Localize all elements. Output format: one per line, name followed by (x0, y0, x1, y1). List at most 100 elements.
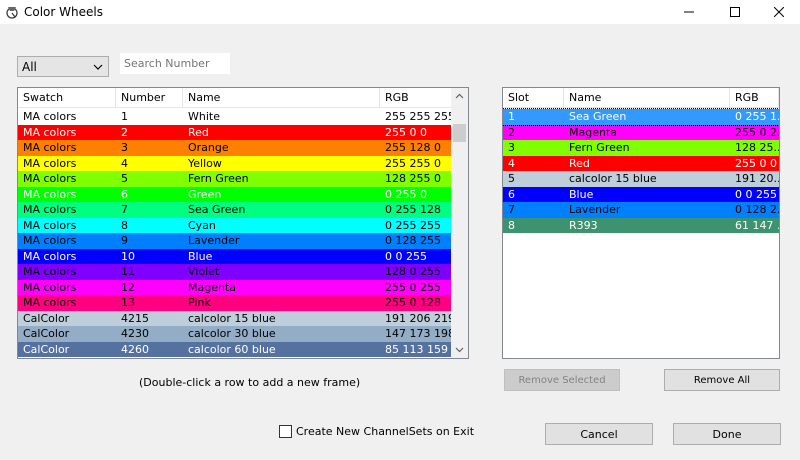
cell-swatch: MA colors (23, 234, 77, 247)
cell-slot: 6 (508, 187, 515, 201)
cell-slot: 4 (508, 156, 515, 170)
cell-slot: 5 (508, 172, 515, 185)
table-row[interactable]: MA colors 8 Cyan 0 255 255 (18, 217, 453, 233)
slot-row[interactable]: 4 Red 255 0 0 (503, 155, 779, 171)
search-number-input[interactable] (120, 53, 230, 74)
done-button[interactable]: Done (673, 423, 781, 445)
table-row[interactable]: MA colors 7 Sea Green 0 255 128 (18, 202, 453, 218)
cell-rgb: 255 255 255 (385, 110, 453, 123)
cell-number: 9 (121, 234, 128, 247)
cell-rgb: 61 147 ... (735, 218, 779, 232)
column-header-swatch[interactable]: Swatch (18, 88, 116, 108)
cell-rgb: 85 113 159 (385, 342, 448, 356)
cell-slot: 1 (508, 110, 515, 123)
cell-number: 10 (121, 249, 135, 263)
table-row[interactable]: CalColor 4260 calcolor 60 blue 85 113 159 (18, 341, 453, 357)
remove-all-button[interactable]: Remove All (664, 369, 780, 391)
cell-name: Sea Green (569, 110, 627, 123)
cell-name: Pink (188, 296, 211, 309)
scroll-up-icon[interactable] (454, 91, 465, 102)
cell-name: Fern Green (569, 141, 630, 154)
column-header-rgb[interactable]: RGB (380, 88, 453, 108)
color-wheel-app-icon (6, 7, 18, 19)
table-row[interactable]: MA colors 6 Green 0 255 0 (18, 186, 453, 202)
cell-rgb: 128 0 255 (385, 265, 441, 278)
table-row[interactable]: MA colors 5 Fern Green 128 255 0 (18, 171, 453, 187)
cell-rgb: 0 128 255 (385, 234, 441, 247)
remove-selected-button[interactable]: Remove Selected (504, 369, 620, 391)
column-header-name[interactable]: Name (183, 88, 380, 108)
cell-rgb: 0 255 255 (385, 218, 441, 232)
table-row[interactable]: MA colors 11 Violet 128 0 255 (18, 264, 453, 280)
close-button[interactable] (756, 0, 800, 24)
cell-rgb: 128 255 0 (385, 172, 441, 185)
cell-rgb: 0 255 128 (385, 203, 441, 216)
cell-rgb: 0 128 2... (735, 203, 779, 216)
cell-rgb: 0 255 1... (735, 110, 779, 123)
cell-name: Blue (569, 187, 594, 201)
slot-list[interactable]: Slot Name RGB 1 Sea Green 0 255 1... 2 Magen… (502, 87, 780, 359)
cell-number: 3 (121, 141, 128, 154)
create-channelsets-checkbox[interactable]: Create New ChannelSets on Exit (279, 425, 474, 438)
scroll-down-icon[interactable] (454, 344, 465, 355)
cell-slot: 8 (508, 218, 515, 232)
cell-number: 4230 (121, 327, 149, 340)
cell-slot: 3 (508, 141, 515, 154)
table-row[interactable]: MA colors 3 Orange 255 128 0 (18, 140, 453, 156)
cell-swatch: MA colors (23, 187, 77, 201)
cell-name: Green (188, 187, 222, 201)
cell-number: 2 (121, 125, 128, 139)
window-title: Color Wheels (24, 5, 103, 19)
cell-slot: 7 (508, 203, 515, 216)
cell-name: White (188, 110, 220, 123)
maximize-button[interactable] (712, 0, 758, 24)
cancel-button[interactable]: Cancel (545, 423, 653, 445)
cell-rgb: 255 0 0 (385, 125, 427, 139)
swatch-list[interactable]: Swatch Number Name RGB MA colors 1 White 25… (17, 87, 469, 359)
cell-number: 12 (121, 280, 135, 294)
column-header-slot-rgb[interactable]: RGB (730, 88, 779, 108)
cell-name: Fern Green (188, 172, 249, 185)
cell-rgb: 255 0 128 (385, 296, 441, 309)
cell-swatch: CalColor (23, 311, 70, 325)
minimize-button[interactable] (666, 0, 712, 24)
table-row[interactable]: MA colors 12 Magenta 255 0 255 (18, 279, 453, 295)
cell-name: Lavender (188, 234, 240, 247)
table-row[interactable]: CalColor 4230 calcolor 30 blue 147 173 198 (18, 326, 453, 342)
cell-number: 7 (121, 203, 128, 216)
swatch-rows: MA colors 1 White 255 255 255 MA colors 2 Red 2… (18, 109, 453, 357)
slot-row[interactable]: 8 R393 61 147 ... (503, 217, 779, 233)
cell-name: Magenta (188, 280, 237, 294)
swatch-filter-value: All (22, 59, 37, 74)
table-row[interactable]: MA colors 2 Red 255 0 0 (18, 124, 453, 140)
slot-row[interactable]: 3 Fern Green 128 25... (503, 140, 779, 156)
cell-swatch: MA colors (23, 141, 77, 154)
table-row[interactable]: MA colors 13 Pink 255 0 128 (18, 295, 453, 311)
table-row[interactable]: MA colors 4 Yellow 255 255 0 (18, 155, 453, 171)
swatch-filter-dropdown[interactable]: All (17, 56, 109, 77)
table-row[interactable]: CalColor 4215 calcolor 15 blue 191 206 219 (18, 310, 453, 326)
cell-name: calcolor 30 blue (188, 327, 276, 340)
checkbox-box[interactable] (279, 425, 292, 438)
slot-list-header: Slot Name RGB (503, 88, 779, 108)
slot-row[interactable]: 7 Lavender 0 128 2... (503, 202, 779, 218)
column-header-number[interactable]: Number (116, 88, 183, 108)
table-row[interactable]: MA colors 1 White 255 255 255 (18, 109, 453, 125)
cell-swatch: MA colors (23, 172, 77, 185)
slot-row[interactable]: 2 Magenta 255 0 2... (503, 124, 779, 140)
cell-name: Red (188, 125, 209, 139)
slot-row[interactable]: 5 calcolor 15 blue 191 20... (503, 171, 779, 187)
swatch-list-scrollbar[interactable] (451, 88, 468, 358)
table-row[interactable]: MA colors 10 Blue 0 0 255 (18, 248, 453, 264)
scrollbar-thumb[interactable] (453, 124, 466, 142)
cell-slot: 2 (508, 125, 515, 139)
table-row[interactable]: MA colors 9 Lavender 0 128 255 (18, 233, 453, 249)
cell-name: calcolor 60 blue (188, 342, 276, 356)
cell-rgb: 255 0 2... (735, 125, 779, 139)
column-header-slot[interactable]: Slot (503, 88, 564, 108)
slot-row[interactable]: 6 Blue 0 0 255 (503, 186, 779, 202)
column-header-slot-name[interactable]: Name (564, 88, 730, 108)
cell-rgb: 255 0 0 (735, 156, 777, 170)
cell-rgb: 191 206 219 (385, 311, 453, 325)
slot-row[interactable]: 1 Sea Green 0 255 1... (503, 108, 779, 126)
